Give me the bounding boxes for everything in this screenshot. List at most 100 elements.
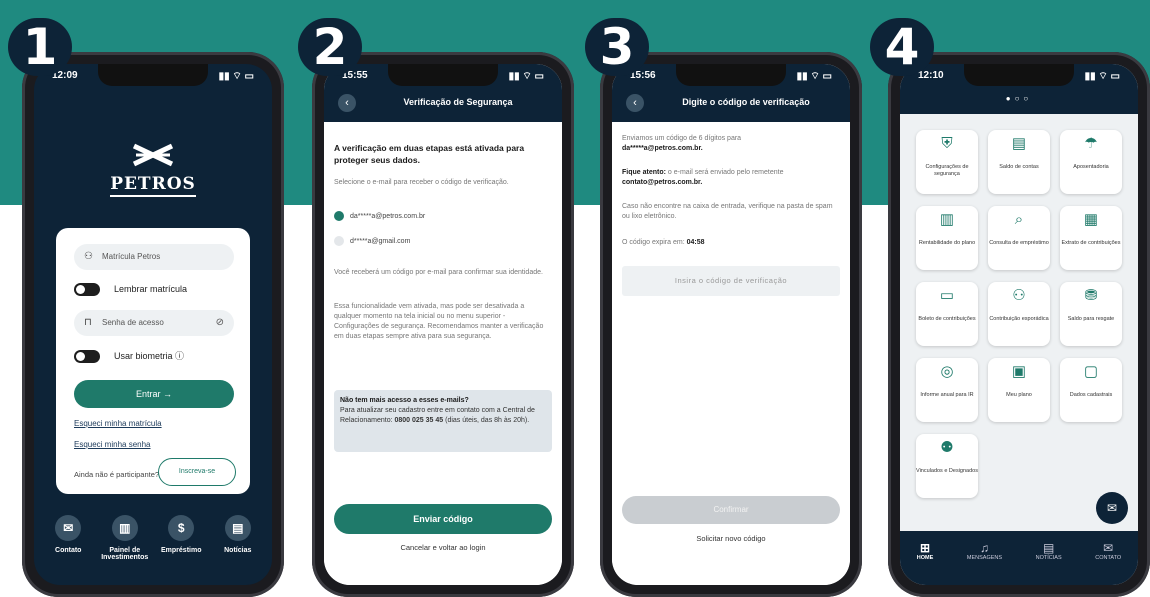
password-input[interactable]: ⊓ Senha de acesso ⊘ [74, 310, 234, 336]
help-box-hours: (dias úteis, das 8h às 20h). [445, 417, 530, 424]
expires-label: O código expira em: [622, 239, 685, 246]
biometry-toggle-row[interactable]: Usar biometria ⓘ [74, 348, 184, 364]
tile-my-plan[interactable]: ▣ Meu plano [988, 358, 1050, 422]
back-icon[interactable]: ‹ [626, 94, 644, 112]
step-4-badge: 4 [870, 18, 934, 76]
tile-label: Informe anual para IR [920, 392, 974, 398]
phone-login: 12:09 ▮▮ ⌔ ▭ PETROS ⚇ Matrícula Petros Lem… [22, 52, 284, 597]
attention-label: o e-mail será enviado pelo remetente [667, 169, 784, 176]
signup-button[interactable]: Inscreva-se [158, 458, 236, 486]
nav-home[interactable]: ⊞ HOME [917, 541, 934, 585]
email-option-1[interactable]: da*****a@petros.com.br [334, 211, 425, 223]
email-option-1-label: da*****a@petros.com.br [350, 213, 426, 220]
bell-icon: ♫ [979, 541, 989, 555]
petros-mark-icon [128, 142, 178, 168]
biometry-toggle[interactable] [74, 350, 100, 364]
radio-checked-icon [334, 211, 344, 222]
nav-news[interactable]: ▤ Notícias [213, 499, 263, 585]
barcode-icon: ▭ [939, 287, 955, 304]
plan-icon: ▣ [1011, 363, 1027, 380]
tile-linked-designated[interactable]: ⚉ Vinculados e Designados [916, 434, 978, 498]
tile-contribution-bill[interactable]: ▭ Boleto de contribuições [916, 282, 978, 346]
user-icon: ⚇ [84, 251, 93, 262]
login-card: ⚇ Matrícula Petros Lembrar matrícula ⊓ Sen… [56, 228, 250, 494]
notch [388, 64, 498, 86]
tile-loan-query[interactable]: ⌕ Consulta de empréstimo [988, 206, 1050, 270]
confirm-button[interactable]: Confirmar [622, 496, 840, 524]
tile-sporadic-contribution[interactable]: ⚇ Contribuição esporádica [988, 282, 1050, 346]
nav-investments[interactable]: ▥ Painel de Investimentos [100, 499, 150, 585]
bottom-nav: ⊞ HOME ♫ MENSAGENS ▤ NOTÍCIAS ✉ CONTATO [900, 531, 1138, 585]
send-code-button[interactable]: Enviar código [334, 504, 552, 534]
heading: A verificação em duas etapas está ativad… [334, 143, 525, 165]
nav-home-label: HOME [916, 555, 934, 561]
nav-news[interactable]: ▤ NOTÍCIAS [1036, 541, 1062, 585]
tile-label: Configurações de segurança [925, 164, 969, 177]
dollar-icon: $ [168, 515, 195, 541]
nav-contact[interactable]: ✉ Contato [43, 499, 93, 585]
tile-label: Dados cadastrais [1069, 392, 1113, 398]
email-option-2[interactable]: d*****a@gmail.com [334, 236, 410, 248]
help-box-title: Não tem mais acesso a esses e-mails? [340, 397, 469, 404]
remember-toggle-row[interactable]: Lembrar matrícula [74, 281, 187, 297]
notch [964, 64, 1074, 86]
notch [676, 64, 786, 86]
chat-fab-icon[interactable]: ✉ [1096, 492, 1128, 524]
back-icon[interactable]: ‹ [338, 94, 356, 112]
tax-icon: ◎ [940, 363, 954, 380]
verify-screen: 15:56 ▮▮ ⌔ ▭ ‹ Digite o código de verific… [612, 64, 850, 585]
page-dots[interactable]: ●○○ [900, 94, 1138, 103]
security-body: A verificação em duas etapas está ativad… [324, 122, 562, 585]
home-screen: 12:10 ▮▮ ⌔ ▭ ●○○ ⛨ Configurações de segura… [900, 64, 1138, 585]
people-icon: ⚉ [940, 439, 954, 456]
resend-link[interactable]: Solicitar novo código [612, 534, 850, 543]
nav-contact-label: CONTATO [1095, 555, 1122, 561]
step-1-badge: 1 [8, 18, 72, 76]
tile-label: Aposentadoria [1073, 164, 1109, 170]
tile-annual-ir-report[interactable]: ◎ Informe anual para IR [916, 358, 978, 422]
info-icon[interactable]: ⓘ [175, 351, 184, 361]
grid-icon: ⊞ [920, 541, 931, 555]
tile-security-settings[interactable]: ⛨ Configurações de segurança [916, 130, 978, 194]
tile-redemption-balance[interactable]: ⛃ Saldo para resgate [1060, 282, 1122, 346]
matricula-input[interactable]: ⚇ Matrícula Petros [74, 244, 234, 270]
tile-label: Extrato de contribuições [1061, 240, 1121, 246]
tile-retirement[interactable]: ☂ Aposentadoria [1060, 130, 1122, 194]
hand-money-icon: ⛃ [1084, 287, 1098, 304]
signal-icon: ▮▮ ⌔ ▭ [508, 71, 544, 82]
page-title: Verificação de Segurança [403, 97, 513, 107]
biometry-label: Usar biometria [114, 351, 173, 361]
tile-contribution-statement[interactable]: ▦ Extrato de contribuições [1060, 206, 1122, 270]
code-input[interactable]: Insira o código de verificação [622, 266, 840, 296]
tile-registration-data[interactable]: ▢ Dados cadastrais [1060, 358, 1122, 422]
document-icon: ▤ [1011, 135, 1027, 152]
tile-account-balance[interactable]: ▤ Saldo de contas [988, 130, 1050, 194]
nav-contact[interactable]: ✉ CONTATO [1095, 541, 1121, 585]
nav-news-label: NOTÍCIAS [1035, 555, 1062, 561]
nav-loan[interactable]: $ Empréstimo [156, 499, 206, 585]
phone-security: 15:55 ▮▮ ⌔ ▭ ‹ Verificação de Segurança A… [312, 52, 574, 597]
chart-icon: ▥ [939, 211, 955, 228]
forgot-password-link[interactable]: Esqueci minha senha [74, 440, 151, 449]
help-box-phone: 0800 025 35 45 [394, 417, 444, 424]
lock-icon: ⊓ [84, 317, 92, 328]
tile-label: Vinculados e Designados [916, 468, 978, 474]
bottom-nav: ✉ Contato ▥ Painel de Investimentos $ Empré… [34, 499, 272, 585]
nav-messages[interactable]: ♫ MENSAGENS [967, 541, 1002, 585]
nav-contact-label: Contato [55, 547, 82, 554]
search-icon: ⌕ [1014, 211, 1024, 228]
cancel-link[interactable]: Cancelar e voltar ao login [324, 543, 562, 552]
tile-label: Saldo de contas [999, 164, 1039, 170]
eye-off-icon[interactable]: ⊘ [216, 310, 224, 336]
enter-button[interactable]: Entrar → [74, 380, 234, 408]
attention-text: Fique atento: o e-mail será enviado pelo… [622, 168, 840, 188]
remember-label: Lembrar matrícula [114, 284, 188, 294]
statement-icon: ▦ [1083, 211, 1099, 228]
phone-home: 12:10 ▮▮ ⌔ ▭ ●○○ ⛨ Configurações de segura… [888, 52, 1150, 597]
remember-toggle[interactable] [74, 283, 100, 297]
services-grid: ⛨ Configurações de segurança ▤ Saldo de co… [910, 130, 1128, 498]
forgot-matricula-link[interactable]: Esqueci minha matrícula [74, 419, 162, 428]
expires-text: O código expira em: 04:58 [622, 238, 840, 248]
tile-plan-returns[interactable]: ▥ Rentabilidade do plano [916, 206, 978, 270]
help-box: Não tem mais acesso a esses e-mails? Par… [334, 390, 552, 452]
